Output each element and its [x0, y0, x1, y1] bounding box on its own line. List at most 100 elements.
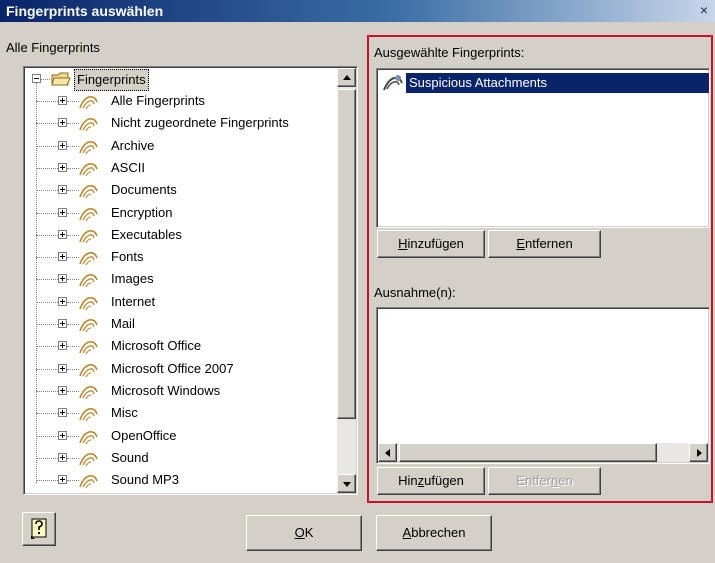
tree-item-label: Encryption	[111, 205, 173, 220]
fingerprint-icon	[79, 274, 98, 288]
btn-text: ufügen	[424, 473, 464, 488]
exceptions-list[interactable]	[376, 307, 710, 464]
fingerprint-icon	[79, 297, 98, 311]
fingerprint-icon	[79, 252, 98, 266]
fingerprint-icon	[79, 431, 98, 445]
title-bar: Fingerprints auswählen ×	[0, 0, 715, 22]
exceptions-label: Ausnahme(n):	[374, 285, 456, 300]
tree-item[interactable]: Nicht zugeordnete Fingerprints	[24, 112, 334, 134]
selected-fingerprints-list[interactable]: Suspicious Attachments	[376, 68, 710, 228]
tree-item[interactable]: OpenOffice	[24, 425, 334, 447]
tree-item-label: Documents	[111, 182, 177, 197]
expand-icon[interactable]	[58, 364, 67, 373]
scroll-down-button[interactable]	[337, 474, 356, 493]
fingerprint-icon	[79, 364, 98, 378]
tree-item-label: Microsoft Office 2007	[111, 361, 234, 376]
close-icon[interactable]: ×	[697, 2, 711, 18]
btn-text: en	[558, 473, 573, 488]
expand-icon[interactable]	[58, 431, 67, 440]
tree-item-label: Images	[111, 271, 154, 286]
tree-item[interactable]: Sound	[24, 447, 334, 469]
btn-accel: E	[516, 236, 525, 251]
fingerprint-icon	[383, 75, 403, 91]
expand-icon[interactable]	[58, 341, 67, 350]
expand-icon[interactable]	[58, 319, 67, 328]
tree-item-label: Fonts	[111, 249, 144, 264]
tree-item[interactable]: Images	[24, 268, 334, 290]
expand-icon[interactable]	[58, 230, 67, 239]
btn-accel: A	[402, 525, 412, 540]
btn-text: K	[304, 525, 314, 540]
expand-icon[interactable]	[58, 96, 67, 105]
expand-icon[interactable]	[58, 141, 67, 150]
scroll-left-button[interactable]	[378, 443, 397, 462]
btn-text: inzufügen	[407, 236, 464, 251]
tree-item[interactable]: Fonts	[24, 246, 334, 268]
tree-item-label: Internet	[111, 294, 156, 309]
tree-item[interactable]: Microsoft Office	[24, 335, 334, 357]
tree-item[interactable]: ASCII	[24, 157, 334, 179]
tree-item[interactable]: Archive	[24, 135, 334, 157]
fingerprint-icon	[79, 319, 98, 333]
expand-icon[interactable]	[58, 386, 67, 395]
help-icon	[31, 518, 47, 539]
btn-accel: O	[294, 525, 305, 540]
expand-icon[interactable]	[58, 453, 67, 462]
tree-item[interactable]: Microsoft Windows	[24, 380, 334, 402]
tree-item-label: Misc	[111, 405, 138, 420]
scroll-up-button[interactable]	[337, 68, 356, 87]
tree-item[interactable]: Internet	[24, 291, 334, 313]
tree-item-label: Executables	[111, 227, 182, 242]
exceptions-hscrollbar[interactable]	[378, 443, 708, 462]
list-item-label: Suspicious Attachments	[406, 73, 709, 93]
tree-item[interactable]: Sound MP3	[24, 469, 334, 491]
expand-icon[interactable]	[58, 475, 67, 484]
tree-item[interactable]: Mail	[24, 313, 334, 335]
add-exception-button[interactable]: Hinzufügen	[377, 467, 485, 495]
expand-icon[interactable]	[58, 274, 67, 283]
tree-item-label: Mail	[111, 316, 135, 331]
expand-icon[interactable]	[58, 297, 67, 306]
tree-item-label: Archive	[111, 138, 155, 153]
scroll-right-button[interactable]	[689, 443, 708, 462]
window-title: Fingerprints auswählen	[6, 3, 164, 19]
fingerprint-icon	[79, 408, 98, 422]
tree-item[interactable]: Microsoft Office 2007	[24, 358, 334, 380]
fingerprint-icon	[79, 208, 98, 222]
remove-selected-button[interactable]: Entfernen	[488, 230, 601, 258]
tree-item[interactable]: Executables	[24, 224, 334, 246]
tree-item-label: Sound	[111, 450, 149, 465]
expand-icon[interactable]	[58, 408, 67, 417]
expand-icon[interactable]	[58, 185, 67, 194]
fingerprint-icon	[79, 185, 98, 199]
cancel-button[interactable]: Abbrechen	[376, 515, 492, 551]
fingerprint-icon	[79, 453, 98, 467]
tree-item-label: ASCII	[111, 160, 145, 175]
fingerprint-icon	[79, 386, 98, 400]
fingerprint-icon	[79, 118, 98, 132]
ok-button[interactable]: OK	[246, 515, 362, 551]
add-selected-button[interactable]: Hinzufügen	[377, 230, 485, 258]
fingerprint-icon	[79, 230, 98, 244]
help-button[interactable]	[22, 512, 56, 546]
remove-exception-button[interactable]: Entfernen	[488, 467, 601, 495]
tree-item[interactable]: Alle Fingerprints	[24, 90, 334, 112]
collapse-icon[interactable]	[32, 74, 41, 83]
tree-item-label: Sound MP3	[111, 472, 179, 487]
tree-item-label: Alle Fingerprints	[111, 93, 205, 108]
expand-icon[interactable]	[58, 118, 67, 127]
expand-icon[interactable]	[58, 163, 67, 172]
tree-root[interactable]: Fingerprints	[24, 68, 334, 91]
tree-item[interactable]: Encryption	[24, 202, 334, 224]
tree-item[interactable]: Misc	[24, 402, 334, 424]
hscroll-thumb[interactable]	[399, 443, 657, 462]
expand-icon[interactable]	[58, 208, 67, 217]
folder-icon	[51, 72, 71, 86]
tree-scrollbar[interactable]	[337, 68, 356, 493]
fingerprint-icon	[79, 475, 98, 489]
expand-icon[interactable]	[58, 252, 67, 261]
fingerprint-tree[interactable]: Fingerprints Alle Fingerprints Nicht zuge…	[23, 66, 358, 495]
btn-text: Entfer	[516, 473, 551, 488]
scroll-thumb[interactable]	[337, 89, 356, 419]
tree-item[interactable]: Documents	[24, 179, 334, 201]
